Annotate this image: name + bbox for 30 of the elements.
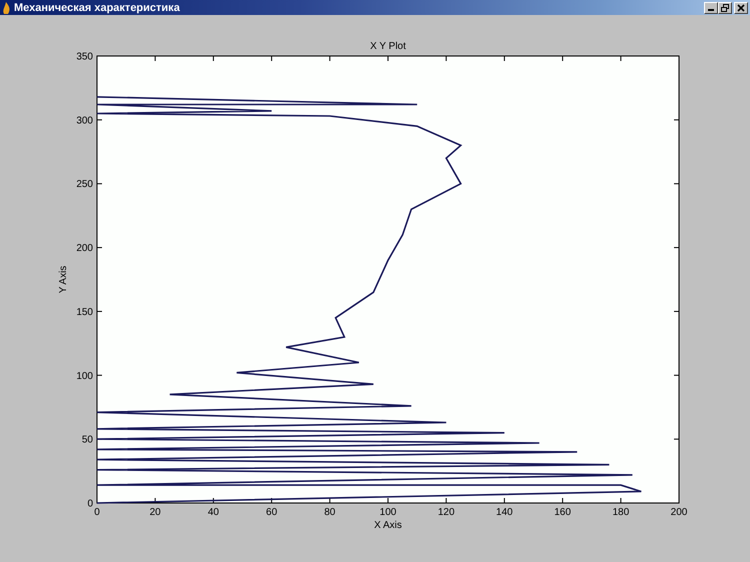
x-axis-label: X Axis	[374, 520, 402, 531]
tick-label: 60	[266, 507, 278, 518]
tick-label: 50	[82, 434, 93, 446]
window-title: Механическая характеристика	[14, 2, 181, 14]
tick-label: 0	[87, 498, 93, 510]
tick-label: 0	[94, 507, 100, 518]
tick-label: 100	[380, 507, 396, 518]
chart-title: X Y Plot	[370, 41, 406, 52]
app-icon	[2, 2, 11, 14]
tick-label: 160	[554, 507, 571, 518]
tick-label: 200	[76, 243, 93, 254]
tick-label: 140	[496, 507, 513, 518]
close-button[interactable]	[734, 2, 748, 14]
maximize-icon	[721, 4, 729, 12]
tick-label: 180	[612, 507, 630, 518]
tick-label: 300	[76, 115, 93, 126]
tick-label: 150	[76, 306, 93, 318]
minimize-button[interactable]	[704, 2, 718, 14]
tick-label: 120	[438, 507, 455, 518]
tick-label: 40	[208, 507, 219, 518]
tick-label: 250	[76, 179, 93, 190]
maximize-button[interactable]	[718, 2, 732, 14]
y-axis-label: Y Axis	[58, 266, 69, 294]
close-icon	[737, 4, 745, 12]
tick-label: 100	[76, 370, 93, 382]
tick-label: 200	[670, 507, 688, 518]
tick-label: 350	[76, 52, 93, 62]
minimize-icon	[708, 9, 714, 11]
tick-label: 20	[150, 507, 161, 518]
tick-label: 80	[324, 507, 336, 518]
